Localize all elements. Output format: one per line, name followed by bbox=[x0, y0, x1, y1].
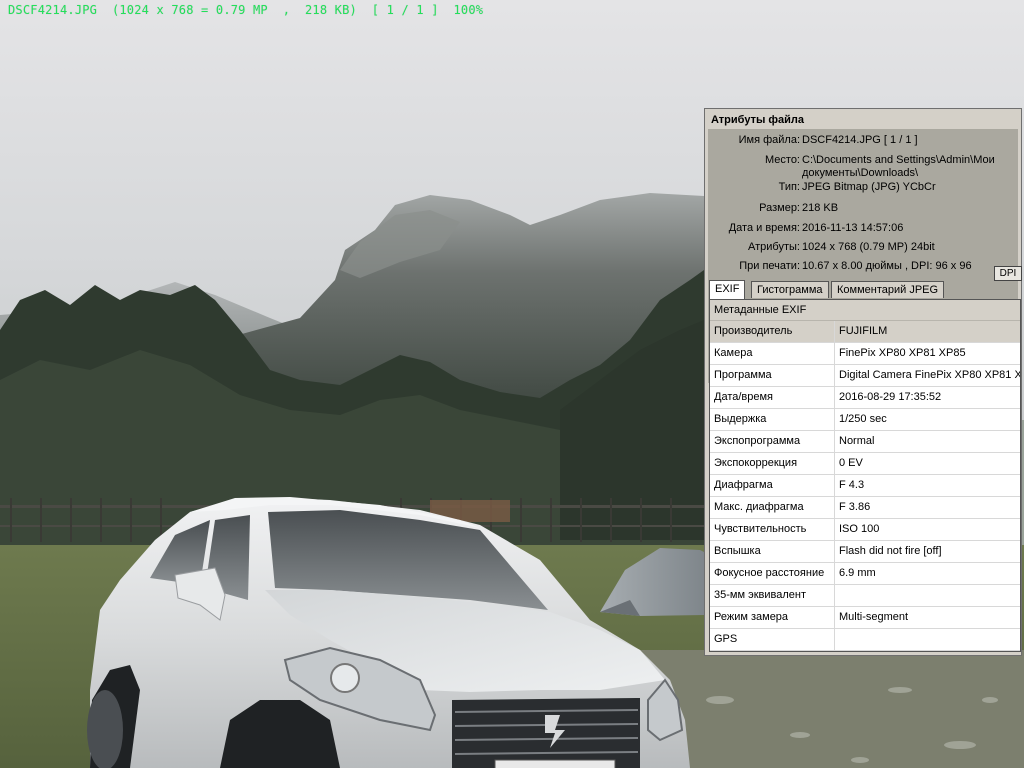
exif-key: Программа bbox=[714, 369, 772, 381]
exif-key: Экспокоррекция bbox=[714, 457, 798, 469]
exif-row[interactable]: 35-мм эквивалент bbox=[710, 585, 1020, 607]
info-key: Дата и время: bbox=[728, 222, 800, 234]
exif-value: FinePix XP80 XP81 XP85 bbox=[834, 343, 1020, 364]
exif-value: F 4.3 bbox=[834, 475, 1020, 496]
exif-key: Выдержка bbox=[714, 413, 767, 425]
exif-value bbox=[834, 629, 1020, 650]
exif-value: 0 EV bbox=[834, 453, 1020, 474]
exif-row[interactable]: GPS bbox=[710, 629, 1020, 651]
info-key: При печати: bbox=[739, 260, 800, 272]
tab-jpeg-comment[interactable]: Комментарий JPEG bbox=[831, 281, 945, 298]
exif-row[interactable]: Программа Digital Camera FinePix XP80 XP8… bbox=[710, 365, 1020, 387]
exif-key: 35-мм эквивалент bbox=[714, 589, 806, 601]
exif-row[interactable]: Фокусное расстояние 6.9 mm bbox=[710, 563, 1020, 585]
exif-table-header: Метаданные EXIF bbox=[710, 300, 1020, 321]
exif-key: Дата/время bbox=[714, 391, 774, 403]
exif-value: 6.9 mm bbox=[834, 563, 1020, 584]
info-value: 10.67 x 8.00 дюймы , DPI: 96 x 96 bbox=[802, 260, 972, 272]
panel-title: Атрибуты файла bbox=[707, 111, 1019, 129]
exif-row[interactable]: Экспокоррекция 0 EV bbox=[710, 453, 1020, 475]
exif-row[interactable]: Выдержка 1/250 sec bbox=[710, 409, 1020, 431]
info-value: 218 KB bbox=[802, 202, 839, 214]
exif-row[interactable]: Чувствительность ISO 100 bbox=[710, 519, 1020, 541]
exif-key: Чувствительность bbox=[714, 523, 807, 535]
exif-table[interactable]: Метаданные EXIF Производитель FUJIFILM Кам… bbox=[709, 299, 1021, 652]
exif-row[interactable]: Экспопрограмма Normal bbox=[710, 431, 1020, 453]
exif-key: Режим замера bbox=[714, 611, 789, 623]
exif-key: Производитель bbox=[714, 325, 793, 337]
exif-value: FUJIFILM bbox=[834, 321, 1020, 342]
exif-key: Вспышка bbox=[714, 545, 761, 557]
info-key: Размер: bbox=[759, 202, 800, 214]
exif-value bbox=[834, 585, 1020, 606]
exif-row[interactable]: Макс. диафрагма F 3.86 bbox=[710, 497, 1020, 519]
info-value: DSCF4214.JPG [ 1 / 1 ] bbox=[802, 134, 918, 146]
exif-key: Макс. диафрагма bbox=[714, 501, 804, 513]
info-value: 1024 x 768 (0.79 MP) 24bit bbox=[802, 241, 935, 253]
file-attributes-panel: Атрибуты файла Имя файла: DSCF4214.JPG [… bbox=[704, 108, 1022, 656]
tab-histogram[interactable]: Гистограмма bbox=[751, 281, 829, 298]
image-info-overlay: DSCF4214.JPG (1024 x 768 = 0.79 MP , 218… bbox=[8, 3, 484, 17]
dpi-button[interactable]: DPI bbox=[994, 266, 1022, 281]
info-key: Имя файла: bbox=[738, 134, 800, 146]
info-value: 2016-11-13 14:57:06 bbox=[802, 222, 904, 234]
exif-key: Камера bbox=[714, 347, 753, 359]
exif-key: Фокусное расстояние bbox=[714, 567, 825, 579]
exif-value: 1/250 sec bbox=[834, 409, 1020, 430]
info-key: Тип: bbox=[778, 181, 800, 193]
exif-key: Экспопрограмма bbox=[714, 435, 801, 447]
exif-row[interactable]: Производитель FUJIFILM bbox=[710, 321, 1020, 343]
info-value: JPEG Bitmap (JPG) YCbCr bbox=[802, 181, 936, 193]
exif-row[interactable]: Диафрагма F 4.3 bbox=[710, 475, 1020, 497]
exif-row[interactable]: Режим замера Multi-segment bbox=[710, 607, 1020, 629]
tab-exif[interactable]: EXIF bbox=[709, 280, 746, 299]
info-key: Место: bbox=[765, 154, 800, 166]
exif-key: GPS bbox=[714, 633, 738, 645]
exif-row[interactable]: Дата/время 2016-08-29 17:35:52 bbox=[710, 387, 1020, 409]
exif-value: F 3.86 bbox=[834, 497, 1020, 518]
exif-value: Digital Camera FinePix XP80 XP81 XP85 bbox=[834, 365, 1020, 386]
exif-value: 2016-08-29 17:35:52 bbox=[834, 387, 1020, 408]
info-key: Атрибуты: bbox=[748, 241, 800, 253]
exif-rows: Производитель FUJIFILM Камера FinePix XP80 … bbox=[710, 321, 1020, 651]
exif-key: Диафрагма bbox=[714, 479, 773, 491]
exif-value: Multi-segment bbox=[834, 607, 1020, 628]
exif-value: Normal bbox=[834, 431, 1020, 452]
exif-row[interactable]: Вспышка Flash did not fire [off] bbox=[710, 541, 1020, 563]
exif-value: ISO 100 bbox=[834, 519, 1020, 540]
exif-row[interactable]: Камера FinePix XP80 XP81 XP85 bbox=[710, 343, 1020, 365]
info-value: C:\Documents and Settings\Admin\Мои доку… bbox=[802, 154, 995, 179]
exif-value: Flash did not fire [off] bbox=[834, 541, 1020, 562]
